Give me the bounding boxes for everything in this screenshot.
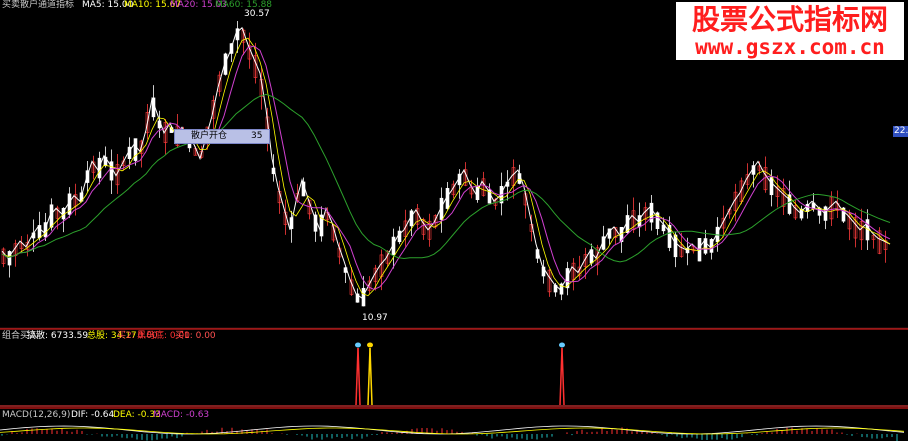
sub-value-1: 搞散: 6733.59 bbox=[27, 331, 89, 341]
candle-body bbox=[49, 204, 54, 228]
low-price-label: 10.97 bbox=[362, 313, 388, 323]
watermark-box: 股票公式指标网 www.gszx.com.cn bbox=[676, 2, 904, 60]
candle-body bbox=[823, 206, 828, 221]
watermark-url: www.gszx.com.cn bbox=[695, 35, 885, 59]
sub-value-5: 买1: 0.00 bbox=[175, 331, 216, 341]
high-price-label: 30.57 bbox=[244, 9, 270, 19]
signal-spike bbox=[561, 347, 565, 406]
stock-chart-canvas[interactable] bbox=[0, 0, 908, 441]
price-axis-label: 22.5 bbox=[893, 126, 908, 137]
signal-cap bbox=[559, 342, 565, 348]
main-indicator-title: 买卖散户通道指标 bbox=[2, 0, 75, 10]
candle-body bbox=[673, 234, 678, 258]
signal-spike bbox=[357, 347, 361, 406]
candle-body bbox=[703, 238, 708, 254]
signal-spike bbox=[369, 347, 373, 406]
macd-dif: DIF: -0.64 bbox=[71, 410, 115, 420]
signal-tooltip: 散户开仓 35 bbox=[174, 129, 270, 144]
signal-tooltip-value: 35 bbox=[251, 131, 263, 141]
signal-tooltip-name: 散户开仓 bbox=[191, 131, 228, 141]
macd-value: MACD: -0.63 bbox=[153, 410, 210, 420]
signal-cap bbox=[367, 342, 373, 348]
macd-title: MACD(12,26,9) bbox=[2, 410, 71, 420]
watermark-title: 股票公式指标网 bbox=[691, 3, 888, 36]
ma60-line bbox=[1, 93, 891, 263]
candle-body bbox=[133, 138, 138, 161]
ma10-line bbox=[1, 37, 891, 297]
candle-body bbox=[769, 177, 774, 196]
signal-cap bbox=[355, 342, 361, 348]
ma20-line bbox=[1, 45, 891, 291]
candle-body bbox=[649, 202, 654, 223]
